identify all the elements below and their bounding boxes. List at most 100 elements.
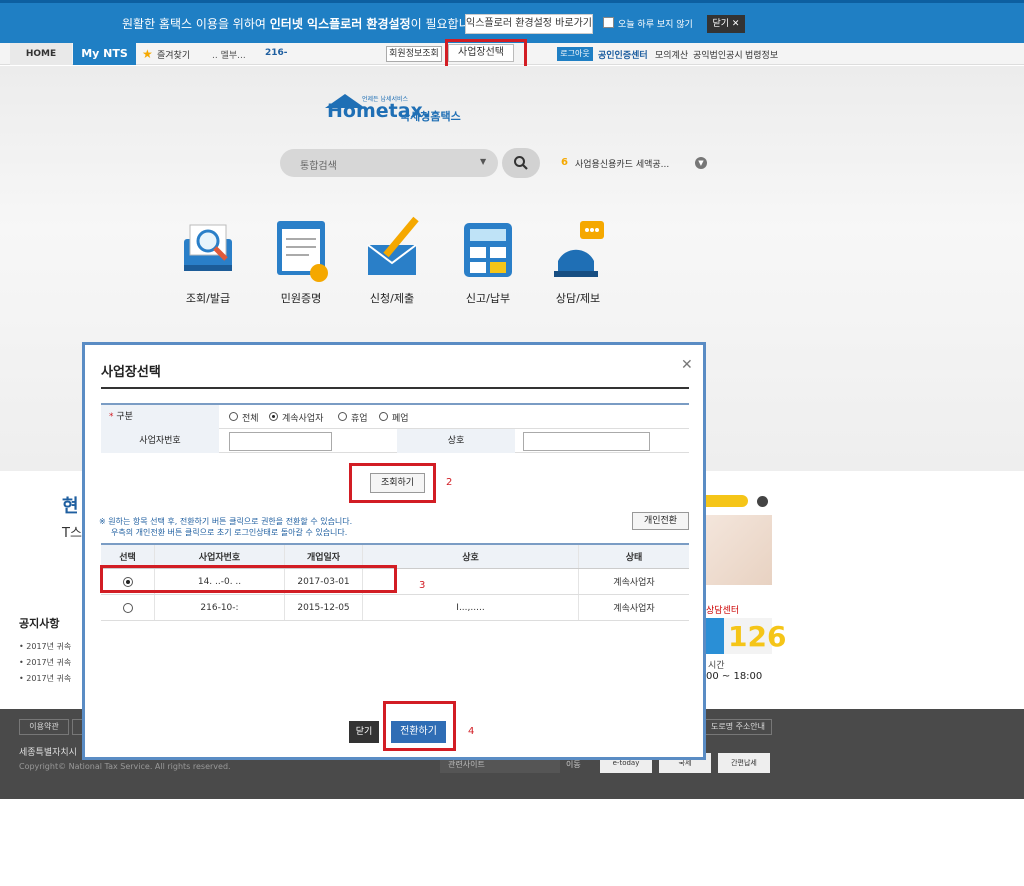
- pause-icon[interactable]: [757, 496, 768, 507]
- chat-bubble-icon: [554, 221, 604, 277]
- open-date-cell: 2015-12-05: [285, 595, 363, 620]
- menu-inquiry-issue[interactable]: 조회/발급: [168, 210, 248, 310]
- menu-report-pay[interactable]: 신고/납부: [448, 210, 528, 310]
- footer-terms-link[interactable]: 이용약관: [19, 719, 69, 735]
- calculator-icon: [464, 223, 512, 277]
- personal-switch-button[interactable]: 개인전환: [632, 512, 689, 530]
- footer-badge[interactable]: 간편납세: [718, 753, 770, 773]
- consult-number-text: 126: [728, 620, 787, 653]
- annotation-number-4: 4: [468, 726, 475, 737]
- menu-apply-submit[interactable]: 신청/제출: [352, 210, 432, 310]
- notice-title: 공지사항: [19, 617, 60, 630]
- company-name-cell: I...,.....: [363, 595, 579, 620]
- search-button[interactable]: [502, 148, 540, 178]
- menu-label: 신청/제출: [369, 292, 415, 305]
- radio-suspended[interactable]: [338, 412, 347, 421]
- annotation-box-2: [349, 463, 436, 503]
- chevron-down-icon[interactable]: ▼: [695, 157, 707, 169]
- radio-suspended-label: 휴업: [351, 414, 368, 424]
- consult-number: 126: [706, 618, 786, 654]
- promo-image: [704, 515, 772, 585]
- bizno-cell: 216-10-:: [155, 595, 285, 620]
- ie-settings-banner: 원활한 홈택스 이용을 위하여 인터넷 익스플로러 환경설정이 필요합니다. 익…: [0, 0, 1024, 43]
- integrated-search-select[interactable]: 통합검색 ▼: [280, 149, 498, 177]
- type-label-text: 구분: [116, 412, 133, 422]
- nav-mynts[interactable]: My NTS: [73, 43, 136, 65]
- form-row-bizno: 사업자번호 상호: [101, 429, 689, 453]
- related-site-go[interactable]: 이동: [566, 759, 581, 770]
- close-icon[interactable]: ✕: [681, 357, 693, 373]
- notice-item-text: 2017년 귀속: [26, 642, 72, 651]
- row-select-cell: [101, 595, 155, 620]
- radio-all-label: 전체: [242, 414, 259, 424]
- dialog-title: 사업장선택: [101, 365, 161, 380]
- envelope-pen-icon: [367, 216, 419, 275]
- column-header: 상태: [625, 553, 643, 563]
- menu-label: 조회/발급: [185, 292, 231, 305]
- member-info-button[interactable]: 회원정보조회: [386, 46, 442, 62]
- banner-close-button[interactable]: 닫기 ✕: [707, 15, 745, 33]
- logo-subtitle: 국세청홈택스: [400, 110, 461, 123]
- bizno-label: 사업자번호: [101, 429, 219, 453]
- consult-hours: 00 ~ 18:00: [706, 671, 763, 682]
- dont-show-today-checkbox[interactable]: [603, 17, 614, 28]
- nav-home[interactable]: HOME: [10, 43, 72, 65]
- annotation-box-4: [383, 701, 456, 751]
- help-text-1: ※ 원하는 항목 선택 후, 전환하기 버튼 클릭으로 권한을 전환할 수 있습…: [99, 517, 353, 526]
- notice-item[interactable]: • 2017년 귀속: [19, 673, 71, 684]
- notice-item[interactable]: • 2017년 귀속: [19, 657, 71, 668]
- help-text-2: 우측의 개인전환 버튼 클릭으로 초기 로그인상태로 돌아갈 수 있습니다.: [111, 528, 348, 537]
- consult-center-label: 상담센터: [706, 606, 740, 616]
- nav-favorites[interactable]: 즐겨찾기: [157, 48, 190, 61]
- logout-button[interactable]: 로그아웃: [557, 47, 593, 61]
- banner-progress-bar: [700, 495, 748, 507]
- banner-text-pre: 원활한 홈택스 이용을 위하여: [122, 17, 270, 31]
- radio-all[interactable]: [229, 412, 238, 421]
- radio-continuing-label: 계속사업자: [282, 414, 324, 424]
- dialog-close-button[interactable]: 닫기: [349, 721, 379, 743]
- road-address-link[interactable]: 도로명 주소안내: [704, 719, 772, 735]
- title-divider: [101, 387, 689, 389]
- table-row[interactable]: 216-10-: 2015-12-05 I...,..... 계속사업자: [101, 595, 689, 621]
- search-icon: [514, 156, 528, 170]
- form-row-type: * 구분 전체 계속사업자 휴업 폐업: [101, 405, 689, 429]
- notice-item-text: 2017년 귀속: [26, 674, 72, 683]
- ticker-text[interactable]: 사업용신용카드 세액공...: [575, 157, 669, 170]
- bizno-input[interactable]: [229, 432, 332, 451]
- radio-closed[interactable]: [379, 412, 388, 421]
- row-radio[interactable]: [122, 602, 133, 613]
- name-label: 상호: [397, 429, 515, 453]
- banner-message: 원활한 홈택스 이용을 위하여 인터넷 익스플로러 환경설정이 필요합니다.: [122, 15, 484, 32]
- footer-copyright: Copyright© National Tax Service. All rig…: [19, 762, 231, 771]
- ticker-number: 6: [561, 157, 568, 168]
- banner-text-bold: 인터넷 익스플로러 환경설정: [269, 17, 411, 31]
- annotation-number-3: 3: [419, 580, 426, 591]
- nav-link-simulation[interactable]: 모의계산: [655, 48, 688, 61]
- search-document-icon: [184, 224, 232, 271]
- nav-link-law-info[interactable]: 법령정보: [745, 48, 778, 61]
- certificate-icon: [277, 221, 328, 282]
- consult-time-label: 시간: [708, 661, 725, 671]
- annotation-number-2: 2: [446, 477, 453, 488]
- status-cell: 계속사업자: [613, 604, 655, 614]
- dont-show-today-label: 오늘 하루 보지 않기: [618, 20, 693, 30]
- radio-continuing[interactable]: [269, 412, 278, 421]
- menu-label: 상담/제보: [555, 292, 601, 305]
- business-list-table: 선택 사업자번호 개업일자 상호 상태 14. ..-0. .. 2017-03…: [101, 543, 689, 621]
- notice-item-text: 2017년 귀속: [26, 658, 72, 667]
- status-cell: 계속사업자: [613, 578, 655, 588]
- annotation-box-3: [100, 565, 397, 593]
- menu-consult-report[interactable]: 상담/제보: [538, 210, 618, 310]
- company-name-input[interactable]: [523, 432, 650, 451]
- section-subtitle: T스: [62, 526, 82, 541]
- menu-certificate[interactable]: 민원증명: [261, 210, 341, 310]
- cert-center-link[interactable]: 공인인증센터: [598, 48, 648, 61]
- nav-link-public-interest[interactable]: 공익법인공시: [693, 48, 743, 61]
- nav-user-name: .. 멜부...: [212, 51, 246, 61]
- search-placeholder: 통합검색: [300, 161, 337, 172]
- search-form: * 구분 전체 계속사업자 휴업 폐업 사업자번호 상호: [101, 403, 689, 455]
- phone-number-mark: [706, 618, 724, 654]
- footer-address: 세종특별자치시: [19, 748, 77, 758]
- ie-settings-button[interactable]: 익스플로러 환경설정 바로가기: [465, 14, 593, 34]
- notice-item[interactable]: • 2017년 귀속: [19, 641, 71, 652]
